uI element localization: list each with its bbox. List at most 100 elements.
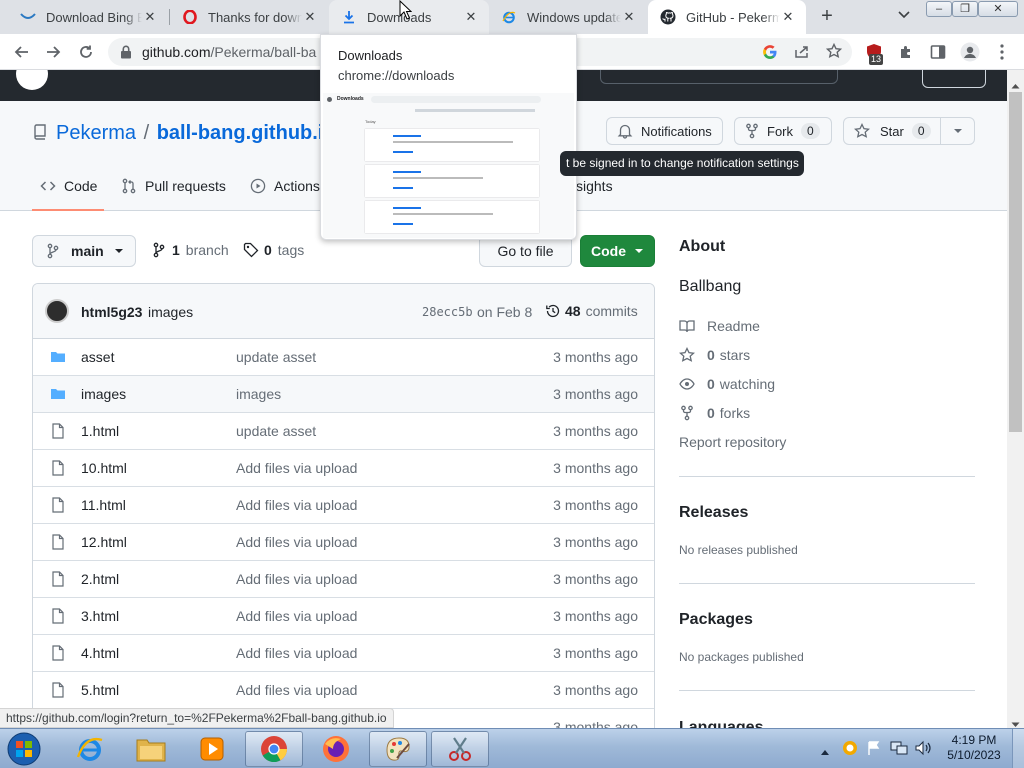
internet-explorer-icon[interactable] <box>61 731 119 767</box>
tray-app-icon[interactable] <box>842 740 858 759</box>
file-commit-message[interactable]: update asset <box>236 349 316 365</box>
close-tab-icon[interactable]: ✕ <box>780 9 796 25</box>
file-commit-message[interactable]: update asset <box>236 423 316 439</box>
clock[interactable]: 4:19 PM 5/10/2023 <box>940 733 1008 763</box>
file-commit-message[interactable]: Add files via upload <box>236 534 357 550</box>
commit-author[interactable]: html5g23 <box>81 304 142 320</box>
branch-select-button[interactable]: main <box>32 235 136 267</box>
restore-button[interactable]: ❐ <box>952 1 978 17</box>
readme-link[interactable]: Readme <box>679 318 760 334</box>
tab-insights[interactable]: sights <box>576 178 613 194</box>
tab-windows-update[interactable]: Windows update ✕ <box>489 0 647 34</box>
tab-actions[interactable]: Actions <box>250 178 320 194</box>
google-icon[interactable] <box>762 44 778 63</box>
paint-icon[interactable] <box>369 731 427 767</box>
file-row[interactable]: 5.html Add files via upload 3 months ago <box>33 672 654 709</box>
file-explorer-icon[interactable] <box>122 731 180 767</box>
file-commit-message[interactable]: Add files via upload <box>236 682 357 698</box>
tags-link[interactable]: 0 tags <box>243 242 304 258</box>
file-row[interactable]: 2.html Add files via upload 3 months ago <box>33 561 654 598</box>
action-center-flag-icon[interactable] <box>866 740 882 759</box>
commit-sha[interactable]: 28ecc5b <box>422 305 473 319</box>
back-icon[interactable] <box>12 42 32 62</box>
tab-search-icon[interactable] <box>895 8 913 26</box>
file-commit-message[interactable]: Add files via upload <box>236 460 357 476</box>
fork-button[interactable]: Fork 0 <box>734 117 832 145</box>
file-row[interactable]: 4.html Add files via upload 3 months ago <box>33 635 654 672</box>
chrome-icon[interactable] <box>245 731 303 767</box>
scrollbar-thumb[interactable] <box>1009 92 1022 432</box>
reload-icon[interactable] <box>76 42 96 62</box>
file-commit-message[interactable]: Add files via upload <box>236 497 357 513</box>
scroll-up-arrow-icon[interactable] <box>1011 76 1020 92</box>
volume-icon[interactable] <box>914 740 932 759</box>
file-commit-message[interactable]: images <box>236 386 281 402</box>
show-hidden-icons-icon[interactable] <box>820 743 830 759</box>
file-name-link[interactable]: 2.html <box>81 571 119 587</box>
file-name-link[interactable]: 11.html <box>81 497 126 513</box>
network-icon[interactable] <box>890 740 908 759</box>
file-name-link[interactable]: 1.html <box>81 423 119 439</box>
close-tab-icon[interactable]: ✕ <box>621 9 637 25</box>
releases-heading[interactable]: Releases <box>679 504 748 522</box>
close-tab-icon[interactable]: ✕ <box>142 9 158 25</box>
file-row[interactable]: 10.html Add files via upload 3 months ago <box>33 450 654 487</box>
file-row[interactable]: images images 3 months ago <box>33 376 654 413</box>
extension-shield-icon[interactable]: 13 <box>864 42 884 65</box>
firefox-icon[interactable] <box>307 731 365 767</box>
file-row[interactable]: 1.html update asset 3 months ago <box>33 413 654 450</box>
file-row[interactable]: 3.html Add files via upload 3 months ago <box>33 598 654 635</box>
file-name-link[interactable]: 4.html <box>81 645 119 661</box>
side-panel-icon[interactable] <box>928 42 948 62</box>
snipping-tool-icon[interactable] <box>431 731 489 767</box>
file-name-link[interactable]: 3.html <box>81 608 119 624</box>
close-tab-icon[interactable]: ✕ <box>302 9 318 25</box>
repo-owner-link[interactable]: Pekerma <box>56 122 136 144</box>
vertical-scrollbar[interactable] <box>1007 70 1024 728</box>
minimize-button[interactable]: – <box>926 1 952 17</box>
report-repository-link[interactable]: Report repository <box>679 434 786 450</box>
tab-thanks-for-downloading[interactable]: Thanks for downloading ✕ <box>170 0 328 34</box>
packages-heading[interactable]: Packages <box>679 611 753 629</box>
share-icon[interactable] <box>794 44 810 63</box>
file-name-link[interactable]: 12.html <box>81 534 127 550</box>
show-desktop-button[interactable] <box>1012 729 1024 768</box>
file-commit-message[interactable]: Add files via upload <box>236 645 357 661</box>
file-row[interactable]: 11.html Add files via upload 3 months ago <box>33 487 654 524</box>
avatar[interactable] <box>45 299 69 323</box>
file-commit-message[interactable]: Add files via upload <box>236 608 357 624</box>
commits-link[interactable]: 48 commits <box>545 303 638 319</box>
tab-code[interactable]: Code <box>40 178 97 194</box>
file-name-link[interactable]: 5.html <box>81 682 119 698</box>
forks-link[interactable]: 0 forks <box>679 405 750 421</box>
watching-link[interactable]: 0 watching <box>679 376 775 392</box>
sign-up-button[interactable] <box>922 70 986 88</box>
star-dropdown-button[interactable] <box>940 117 975 145</box>
search-input[interactable] <box>600 70 838 84</box>
branches-link[interactable]: 1 branch <box>152 242 229 258</box>
notifications-button[interactable]: Notifications <box>606 117 723 145</box>
github-logo-icon[interactable] <box>16 70 48 90</box>
tab-github[interactable]: GitHub - Pekerma ✕ <box>648 0 806 34</box>
code-dropdown-button[interactable]: Code <box>580 235 655 267</box>
stars-link[interactable]: 0 stars <box>679 347 750 363</box>
browser-menu-icon[interactable] <box>992 42 1012 62</box>
file-row[interactable]: 12.html Add files via upload 3 months ago <box>33 524 654 561</box>
extensions-puzzle-icon[interactable] <box>896 42 916 62</box>
commit-message[interactable]: images <box>148 304 193 320</box>
file-name-link[interactable]: asset <box>81 349 114 365</box>
repo-name-link[interactable]: ball-bang.github.io <box>157 122 336 144</box>
star-button[interactable]: Star 0 <box>843 117 941 145</box>
media-player-icon[interactable] <box>183 731 241 767</box>
new-tab-button[interactable]: + <box>816 6 838 28</box>
profile-avatar-icon[interactable] <box>960 42 980 62</box>
file-name-link[interactable]: images <box>81 386 126 402</box>
close-tab-icon[interactable]: ✕ <box>463 9 479 25</box>
file-row[interactable]: asset update asset 3 months ago <box>33 339 654 376</box>
lock-icon[interactable] <box>120 45 132 62</box>
close-window-button[interactable]: ✕ <box>978 1 1018 17</box>
file-name-link[interactable]: 10.html <box>81 460 127 476</box>
file-commit-message[interactable]: Add files via upload <box>236 571 357 587</box>
start-orb-icon[interactable] <box>4 730 44 767</box>
tab-download-bing[interactable]: Download Bing Browser ✕ <box>8 0 168 34</box>
